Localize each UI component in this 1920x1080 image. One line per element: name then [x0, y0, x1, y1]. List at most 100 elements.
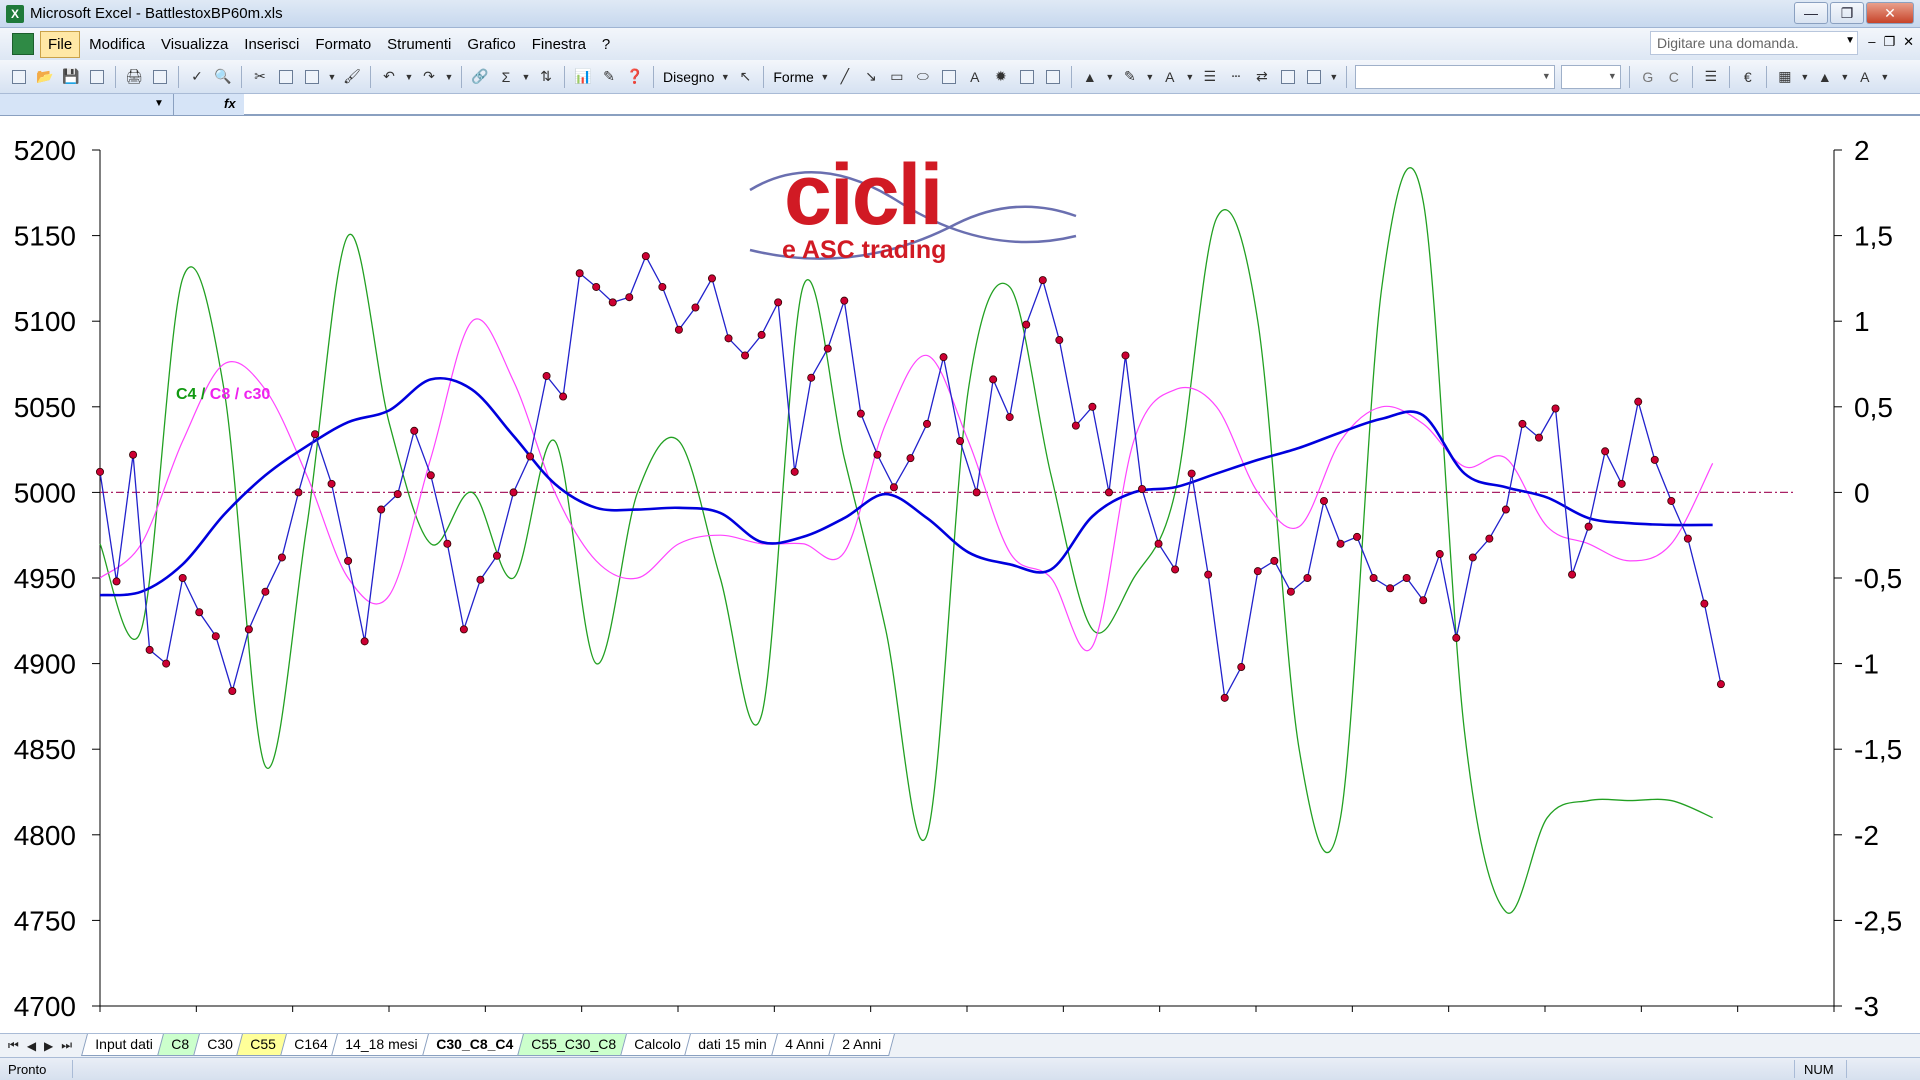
sort-ascending-icon[interactable]: ⇅ [535, 66, 557, 88]
spelling-icon[interactable]: ✓ [186, 66, 208, 88]
fill-color-icon[interactable]: ▲ [1079, 66, 1101, 88]
print-preview-icon[interactable] [149, 66, 171, 88]
cut-icon[interactable]: ✂ [249, 66, 271, 88]
line-style-icon[interactable]: ☰ [1199, 66, 1221, 88]
select-objects-icon[interactable]: ↖ [734, 66, 756, 88]
research-icon[interactable]: 🔍 [212, 66, 234, 88]
draw-menu[interactable]: Disegno [663, 69, 714, 85]
close-button[interactable]: ✕ [1866, 2, 1914, 24]
3d-icon[interactable] [1303, 66, 1325, 88]
chevron-down-icon[interactable]: ▼ [1185, 66, 1195, 88]
chevron-down-icon[interactable]: ▼ [1105, 66, 1115, 88]
help-question-input[interactable]: Digitare una domanda. ▼ [1650, 31, 1858, 55]
wordart-icon[interactable]: A [964, 66, 986, 88]
chevron-down-icon[interactable]: ▼ [1845, 35, 1855, 46]
workbook-minimize-button[interactable]: – [1868, 34, 1875, 50]
dash-style-icon[interactable]: ┄ [1225, 66, 1247, 88]
restore-button[interactable]: ❐ [1830, 2, 1864, 24]
chevron-down-icon[interactable]: ▼ [327, 66, 337, 88]
borders-icon[interactable]: ▦ [1774, 66, 1796, 88]
workbook-icon[interactable] [12, 33, 34, 55]
last-sheet-icon[interactable]: ⏭ [61, 1038, 72, 1053]
format-painter-icon[interactable]: 🖌 [341, 66, 363, 88]
arrow-icon[interactable]: ↘ [860, 66, 882, 88]
price-data-point [277, 553, 286, 562]
save-icon[interactable]: 💾 [60, 66, 82, 88]
undo-icon[interactable]: ↶ [378, 66, 400, 88]
copy-icon[interactable] [275, 66, 297, 88]
oval-icon[interactable]: ⬭ [912, 66, 934, 88]
chevron-down-icon[interactable]: ▼ [1880, 66, 1890, 88]
arrow-style-icon[interactable]: ⇄ [1251, 66, 1273, 88]
menu-strumenti[interactable]: Strumenti [380, 32, 458, 57]
diagram-icon[interactable]: ✹ [990, 66, 1012, 88]
menu-modifica[interactable]: Modifica [82, 32, 152, 57]
line-color-icon[interactable]: ✎ [1119, 66, 1141, 88]
chart-area[interactable]: 4700 4750 4800 4850 4900 4950 5000 5050 5100 5150… [0, 116, 1920, 1036]
help-icon[interactable]: ❓ [624, 66, 646, 88]
italic-button[interactable]: C [1663, 66, 1685, 88]
menu-inserisci[interactable]: Inserisci [237, 32, 306, 57]
redo-icon[interactable]: ↷ [418, 66, 440, 88]
shadow-icon[interactable] [1277, 66, 1299, 88]
bold-button[interactable]: G [1637, 66, 1659, 88]
chevron-down-icon[interactable]: ▼ [404, 66, 414, 88]
workbook-close-button[interactable]: ✕ [1903, 34, 1914, 50]
chevron-down-icon[interactable]: ▼ [444, 66, 454, 88]
insert-function-icon[interactable]: fx [224, 96, 236, 111]
chevron-down-icon[interactable]: ▼ [1840, 66, 1850, 88]
chevron-down-icon[interactable]: ▼ [1145, 66, 1155, 88]
chevron-down-icon[interactable]: ▼ [154, 98, 164, 109]
toolbar-separator [763, 65, 765, 88]
font-color-icon[interactable]: A [1159, 66, 1181, 88]
next-sheet-icon[interactable]: ▶ [44, 1039, 53, 1053]
chevron-down-icon[interactable]: ▼ [720, 66, 730, 88]
rectangle-icon[interactable]: ▭ [886, 66, 908, 88]
paste-icon[interactable] [301, 66, 323, 88]
sheet-tab[interactable]: dati 15 min [684, 1034, 781, 1056]
sheet-tab[interactable]: 2 Anni [827, 1034, 895, 1056]
new-icon[interactable] [8, 66, 30, 88]
chevron-down-icon[interactable]: ▼ [1329, 66, 1339, 88]
excel-app-icon[interactable]: X [6, 4, 24, 23]
price-data-point [1270, 556, 1279, 565]
chevron-down-icon[interactable]: ▼ [521, 66, 531, 88]
euro-icon[interactable]: € [1737, 66, 1759, 88]
sheet-tab[interactable]: Input dati [81, 1034, 167, 1056]
permission-icon[interactable] [86, 66, 108, 88]
sheet-tab[interactable]: 14_18 mesi [331, 1034, 432, 1056]
autosum-icon[interactable]: Σ [495, 66, 517, 88]
standard-toolbar: 📂 💾 🖨 ✓ 🔍 ✂ ▼ 🖌 ↶ ▼ ↷ ▼ 🔗 Σ ▼ ⇅ 📊 ✎ ❓ Di… [0, 60, 1920, 94]
open-icon[interactable]: 📂 [34, 66, 56, 88]
chart-wizard-icon[interactable]: 📊 [572, 66, 594, 88]
textbox-icon[interactable] [938, 66, 960, 88]
sheet-tab[interactable]: C30_C8_C4 [421, 1034, 527, 1056]
menu-visualizza[interactable]: Visualizza [154, 32, 235, 57]
first-sheet-icon[interactable]: ⏮ [8, 1038, 19, 1053]
minimize-button[interactable]: — [1794, 2, 1828, 24]
fill-color-icon[interactable]: ▲ [1814, 66, 1836, 88]
clipart-icon[interactable] [1016, 66, 1038, 88]
picture-icon[interactable] [1042, 66, 1064, 88]
font-name-combo[interactable]: ▼ [1354, 64, 1555, 89]
chevron-down-icon[interactable]: ▼ [820, 66, 830, 88]
sheet-tab[interactable]: Calcolo [619, 1034, 695, 1056]
menu-formato[interactable]: Formato [308, 32, 378, 57]
prev-sheet-icon[interactable]: ◀ [27, 1039, 36, 1053]
workbook-restore-button[interactable]: ❐ [1883, 34, 1895, 50]
menu-grafico[interactable]: Grafico [460, 32, 522, 57]
sheet-tab[interactable]: C55_C30_C8 [516, 1034, 630, 1056]
font-color-icon[interactable]: A [1854, 66, 1876, 88]
font-size-combo[interactable]: ▼ [1560, 64, 1621, 89]
chevron-down-icon[interactable]: ▼ [1800, 66, 1810, 88]
hyperlink-icon[interactable]: 🔗 [469, 66, 491, 88]
line-icon[interactable]: ╱ [834, 66, 856, 88]
align-center-icon[interactable]: ☰ [1700, 66, 1722, 88]
name-box[interactable]: ▼ [0, 94, 174, 115]
print-icon[interactable]: 🖨 [123, 66, 145, 88]
menu-finestra[interactable]: Finestra [525, 32, 593, 57]
autoshapes-menu[interactable]: Forme [773, 69, 813, 85]
menu-help[interactable]: ? [595, 32, 617, 57]
menu-file[interactable]: File [40, 30, 81, 58]
drawing-icon[interactable]: ✎ [598, 66, 620, 88]
